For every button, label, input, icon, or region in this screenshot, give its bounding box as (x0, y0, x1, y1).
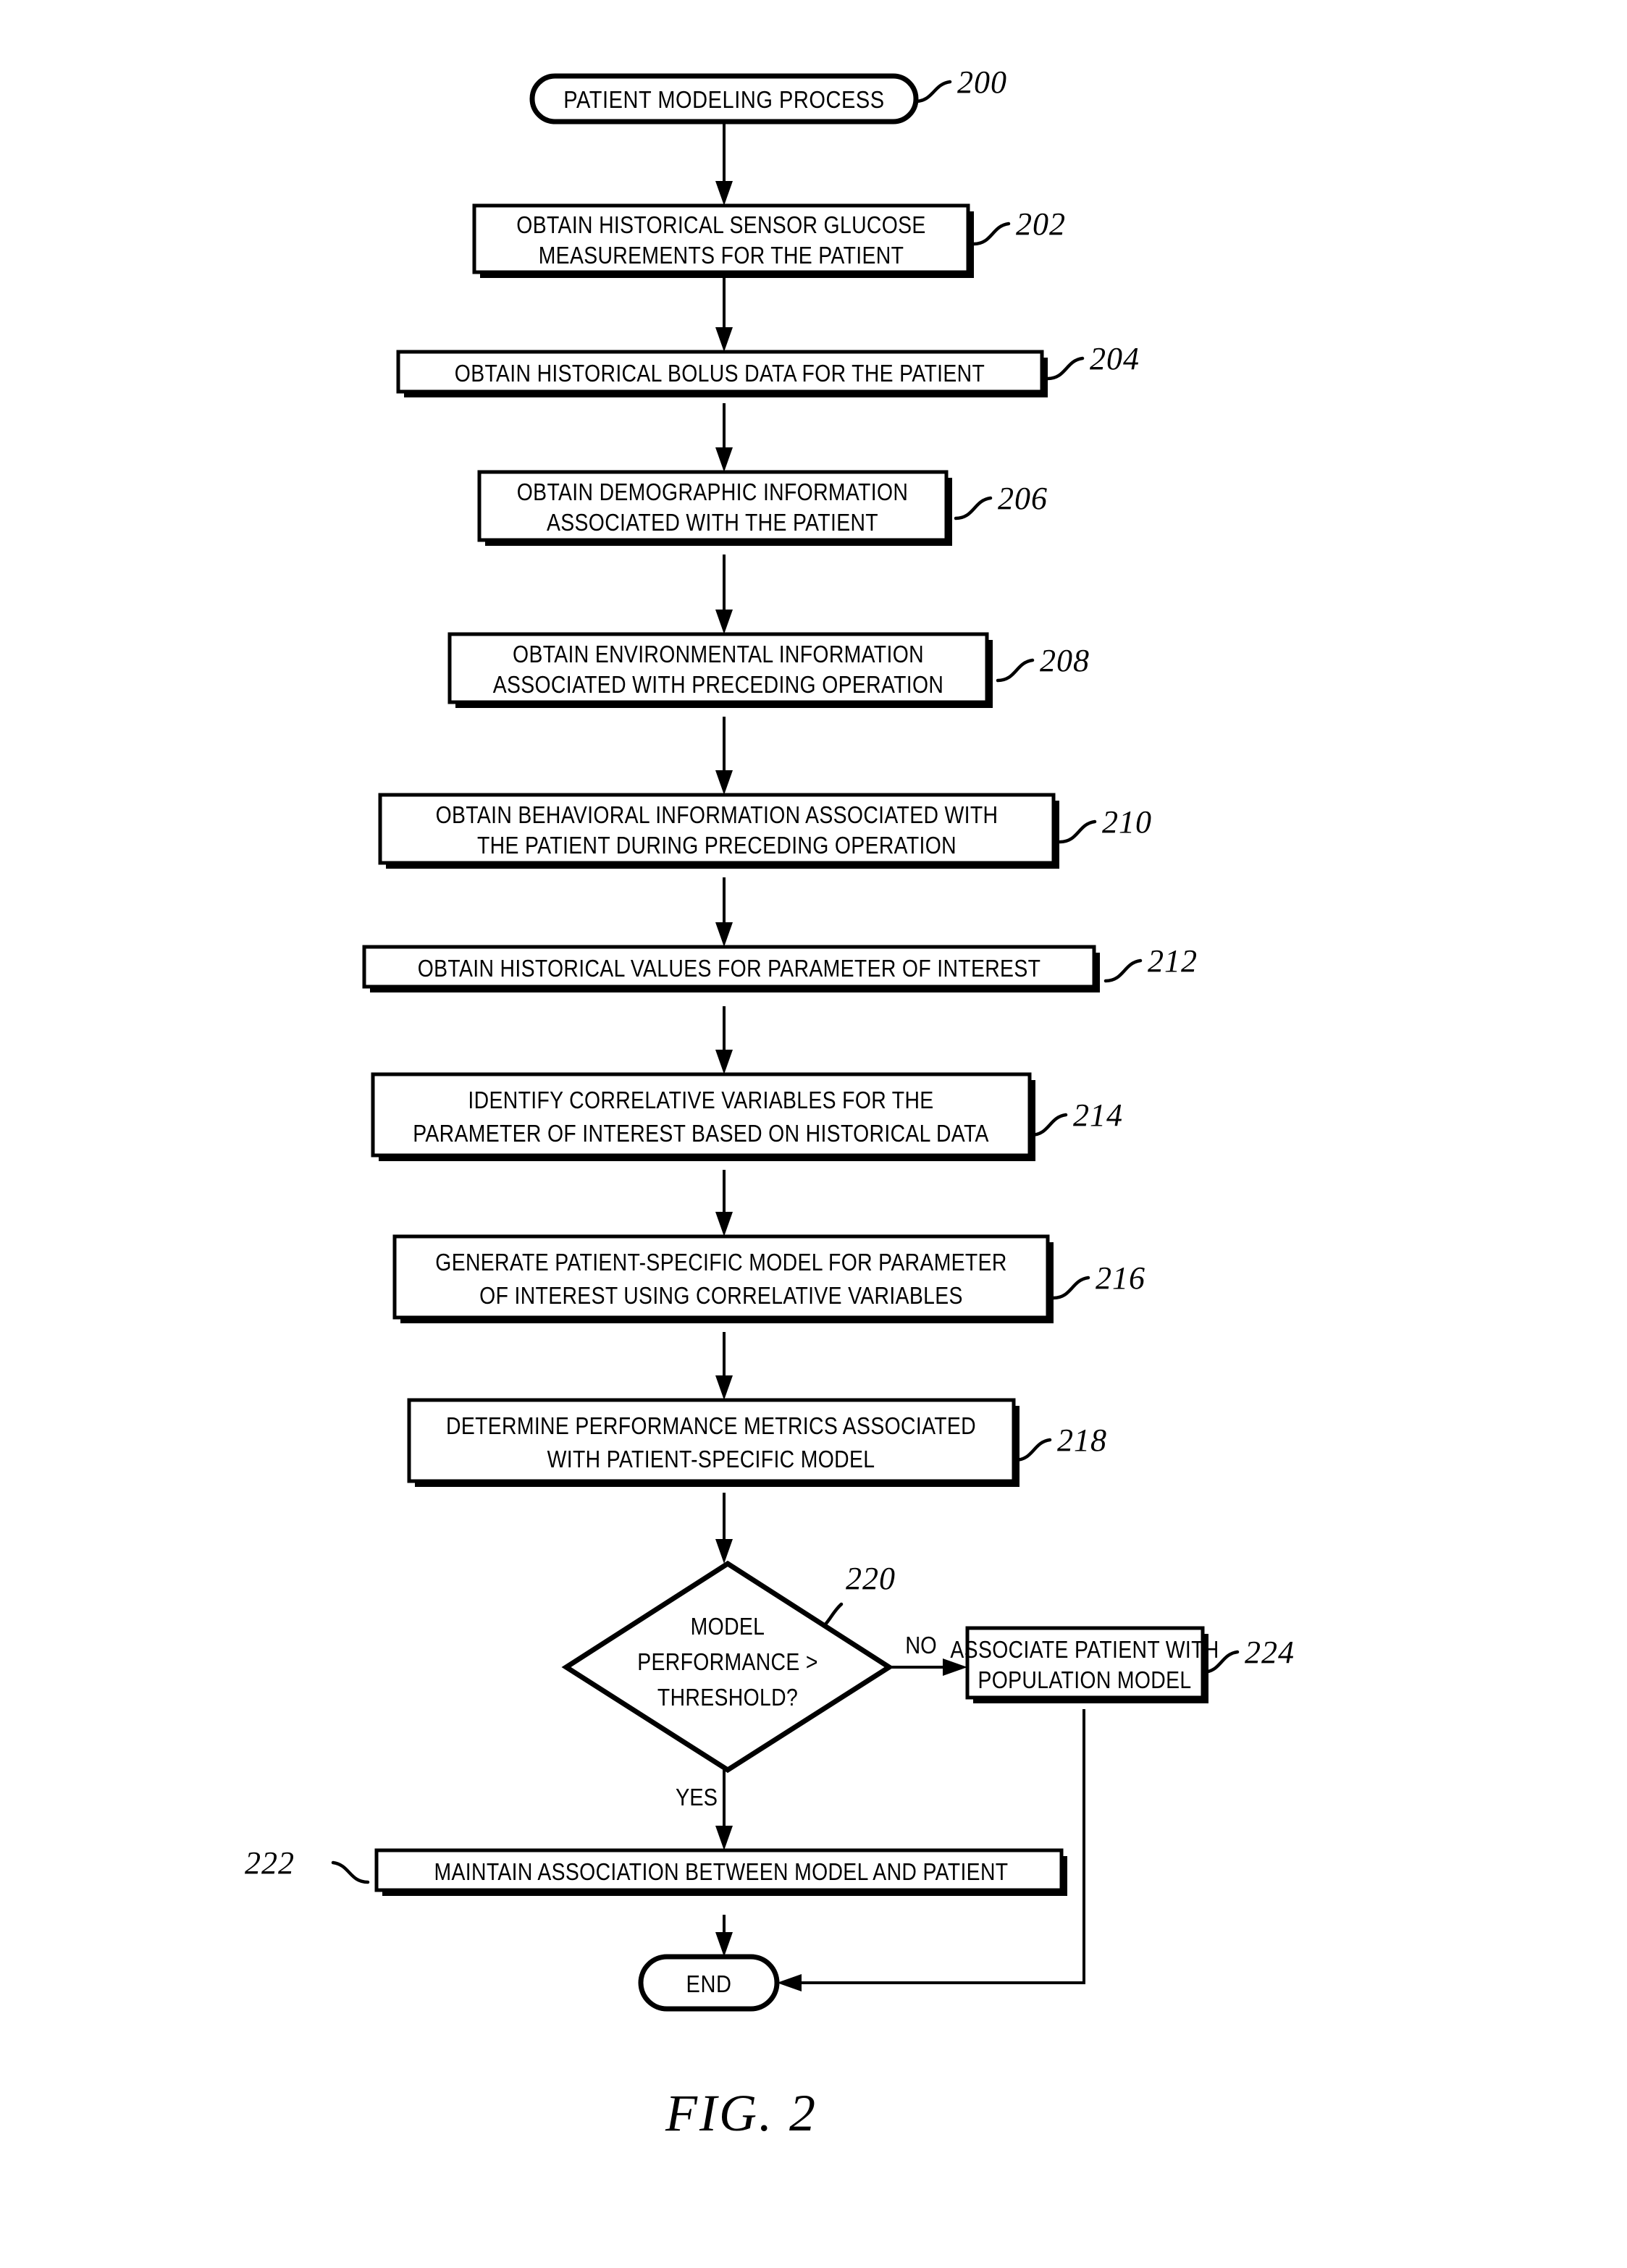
decision-220-line-1: MODEL (691, 1613, 765, 1640)
ref-numeral-220: 220 (846, 1561, 896, 1596)
node-process-206[interactable]: OBTAIN DEMOGRAPHIC INFORMATION ASSOCIATE… (477, 470, 952, 546)
leader-206 (954, 496, 993, 520)
node-process-210[interactable]: OBTAIN BEHAVIORAL INFORMATION ASSOCIATED… (378, 793, 1059, 869)
ref-numeral-212: 212 (1148, 943, 1198, 979)
arrowhead-202 (715, 181, 733, 206)
arrowhead-end-top (715, 1932, 733, 1957)
patent-figure: PATIENT MODELING PROCESS 200 OBTAIN HIST… (0, 0, 1627, 2268)
leader-216 (1051, 1276, 1090, 1300)
box-218-line-2: WITH PATIENT-SPECIFIC MODEL (547, 1446, 875, 1473)
arrowhead-218 (715, 1375, 733, 1400)
node-process-218[interactable]: DETERMINE PERFORMANCE METRICS ASSOCIATED… (407, 1398, 1019, 1487)
node-process-202[interactable]: OBTAIN HISTORICAL SENSOR GLUCOSE MEASURE… (472, 203, 974, 278)
ref-numeral-210: 210 (1102, 804, 1152, 840)
branch-label-yes: YES (676, 1784, 718, 1810)
box-224-line-1: ASSOCIATE PATIENT WITH (950, 1636, 1219, 1664)
ref-numeral-222: 222 (245, 1845, 295, 1881)
arrowhead-220 (715, 1539, 733, 1564)
box-206-line-1: OBTAIN DEMOGRAPHIC INFORMATION (517, 479, 908, 506)
leader-200 (913, 80, 952, 104)
arrowhead-222 (715, 1826, 733, 1850)
branch-label-no: NO (905, 1632, 937, 1658)
leader-222 (331, 1860, 370, 1884)
box-210-line-2: THE PATIENT DURING PRECEDING OPERATION (477, 832, 957, 859)
node-process-204[interactable]: OBTAIN HISTORICAL BOLUS DATA FOR THE PAT… (396, 350, 1048, 397)
figure-caption: FIG. 2 (665, 2084, 817, 2142)
leader-202 (972, 222, 1011, 246)
arrowhead-206 (715, 447, 733, 472)
ref-numeral-204: 204 (1090, 341, 1140, 376)
box-202-line-1: OBTAIN HISTORICAL SENSOR GLUCOSE (516, 211, 925, 239)
box-216-line-2: OF INTEREST USING CORRELATIVE VARIABLES (479, 1282, 963, 1310)
node-process-224[interactable]: ASSOCIATE PATIENT WITH POPULATION MODEL (950, 1626, 1219, 1703)
leader-208 (996, 658, 1035, 683)
box-224-line-2: POPULATION MODEL (978, 1666, 1191, 1694)
leader-204 (1046, 356, 1085, 381)
arrowhead-212 (715, 922, 733, 947)
box-216-line-1: GENERATE PATIENT-SPECIFIC MODEL FOR PARA… (435, 1249, 1006, 1276)
arrowhead-208 (715, 610, 733, 634)
box-210-line-1: OBTAIN BEHAVIORAL INFORMATION ASSOCIATED… (436, 801, 999, 829)
node-decision-220[interactable]: MODEL PERFORMANCE > THRESHOLD? (561, 1560, 894, 1774)
node-process-222[interactable]: MAINTAIN ASSOCIATION BETWEEN MODEL AND P… (374, 1848, 1067, 1896)
box-206-line-2: ASSOCIATED WITH THE PATIENT (547, 509, 878, 536)
ref-numeral-208: 208 (1040, 643, 1090, 678)
node-process-214[interactable]: IDENTIFY CORRELATIVE VARIABLES FOR THE P… (371, 1072, 1035, 1161)
box-204-line-1: OBTAIN HISTORICAL BOLUS DATA FOR THE PAT… (455, 360, 985, 387)
leader-212 (1103, 958, 1143, 983)
node-process-212[interactable]: OBTAIN HISTORICAL VALUES FOR PARAMETER O… (362, 945, 1100, 992)
ref-numeral-218: 218 (1057, 1422, 1107, 1458)
arrowhead-214 (715, 1050, 733, 1074)
box-218-line-1: DETERMINE PERFORMANCE METRICS ASSOCIATED (446, 1412, 976, 1440)
box-214-line-1: IDENTIFY CORRELATIVE VARIABLES FOR THE (468, 1087, 933, 1114)
box-208-line-2: ASSOCIATED WITH PRECEDING OPERATION (493, 671, 944, 699)
node-start-200[interactable]: PATIENT MODELING PROCESS (529, 73, 919, 125)
box-202-line-2: MEASUREMENTS FOR THE PATIENT (539, 242, 904, 269)
leader-218 (1013, 1438, 1052, 1462)
box-208-line-1: OBTAIN ENVIRONMENTAL INFORMATION (513, 641, 924, 668)
decision-220-line-2: PERFORMANCE > (637, 1648, 818, 1676)
node-process-208[interactable]: OBTAIN ENVIRONMENTAL INFORMATION ASSOCIA… (447, 632, 993, 708)
ref-numeral-214: 214 (1073, 1097, 1123, 1133)
ref-numeral-224: 224 (1245, 1635, 1295, 1670)
ref-numeral-206: 206 (998, 481, 1048, 516)
leader-210 (1058, 819, 1097, 844)
connector-224-to-end (790, 1709, 1085, 1984)
node-end[interactable]: END (638, 1954, 780, 2012)
arrowhead-204 (715, 327, 733, 352)
end-terminator-label: END (686, 1970, 732, 1997)
arrowhead-end-right (777, 1974, 802, 1991)
arrowhead-216 (715, 1212, 733, 1236)
ref-numeral-202: 202 (1016, 206, 1066, 242)
box-222-line-1: MAINTAIN ASSOCIATION BETWEEN MODEL AND P… (434, 1858, 1009, 1886)
leader-214 (1029, 1113, 1068, 1137)
flowchart-canvas: PATIENT MODELING PROCESS 200 OBTAIN HIST… (245, 64, 1295, 2142)
box-214-line-2: PARAMETER OF INTEREST BASED ON HISTORICA… (413, 1120, 989, 1147)
arrowhead-210 (715, 770, 733, 795)
ref-numeral-216: 216 (1096, 1260, 1145, 1296)
node-process-216[interactable]: GENERATE PATIENT-SPECIFIC MODEL FOR PARA… (392, 1234, 1054, 1323)
box-212-line-1: OBTAIN HISTORICAL VALUES FOR PARAMETER O… (418, 955, 1041, 982)
start-terminator-label: PATIENT MODELING PROCESS (563, 86, 884, 113)
decision-220-line-3: THRESHOLD? (657, 1684, 798, 1711)
ref-numeral-200: 200 (957, 64, 1007, 100)
